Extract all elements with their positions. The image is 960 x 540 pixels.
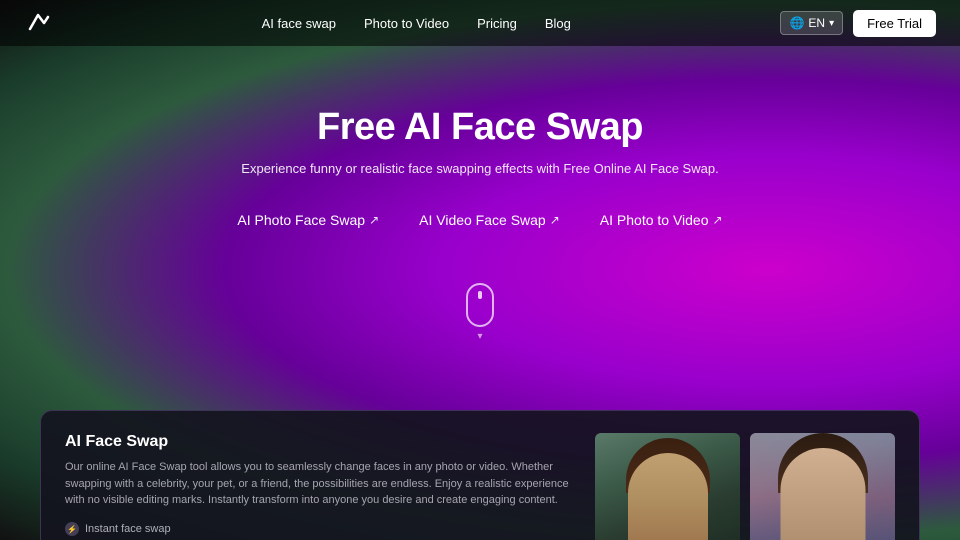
panel-title: AI Face Swap: [65, 433, 575, 451]
badge-label: Instant face swap: [85, 523, 171, 535]
arrow-icon-2: ↗: [713, 213, 723, 227]
panel-text-content: AI Face Swap Our online AI Face Swap too…: [65, 433, 575, 540]
arrow-icon-1: ↗: [550, 213, 560, 227]
nav-blog[interactable]: Blog: [545, 16, 571, 31]
logo-icon: [24, 9, 52, 37]
nav-links: AI face swap Photo to Video Pricing Blog: [262, 16, 571, 31]
scroll-chevron-icon: ▾: [477, 331, 482, 342]
flag-icon: 🌐: [789, 16, 804, 30]
arrow-icon-0: ↗: [369, 213, 379, 227]
face-decoration-2: [780, 448, 865, 540]
free-trial-button[interactable]: Free Trial: [853, 10, 936, 37]
scroll-indicator: ▾: [0, 283, 960, 342]
photo-to-video-link[interactable]: AI Photo to Video ↗: [600, 212, 723, 228]
navbar-right: 🌐 EN ▾ Free Trial: [780, 10, 936, 37]
hero-navigation-links: AI Photo Face Swap ↗ AI Video Face Swap …: [237, 212, 722, 228]
hero-subtitle: Experience funny or realistic face swapp…: [241, 161, 718, 176]
scroll-oval: [466, 283, 494, 327]
hero-section: Free AI Face Swap Experience funny or re…: [0, 46, 960, 228]
navbar: AI face swap Photo to Video Pricing Blog…: [0, 0, 960, 46]
nav-photo-to-video[interactable]: Photo to Video: [364, 16, 449, 31]
photo-face-swap-link[interactable]: AI Photo Face Swap ↗: [237, 212, 379, 228]
video-face-swap-link[interactable]: AI Video Face Swap ↗: [419, 212, 560, 228]
lang-label: EN: [808, 16, 825, 30]
face-swap-photo-2: [750, 433, 895, 540]
nav-pricing[interactable]: Pricing: [477, 16, 517, 31]
language-selector[interactable]: 🌐 EN ▾: [780, 11, 843, 35]
logo[interactable]: [24, 9, 52, 37]
face-swap-photo-1: [595, 433, 740, 540]
panel-description: Our online AI Face Swap tool allows you …: [65, 459, 575, 509]
photo-to-video-label: AI Photo to Video: [600, 212, 709, 228]
bottom-info-panel: AI Face Swap Our online AI Face Swap too…: [40, 410, 920, 540]
scroll-dot: [478, 291, 482, 299]
video-face-swap-label: AI Video Face Swap: [419, 212, 546, 228]
chevron-down-icon: ▾: [829, 18, 834, 29]
instant-face-swap-badge[interactable]: ⚡ Instant face swap: [65, 522, 171, 536]
hero-title: Free AI Face Swap: [317, 106, 643, 149]
face-decoration-1: [628, 453, 708, 540]
nav-ai-face-swap[interactable]: AI face swap: [262, 16, 336, 31]
panel-images: [595, 433, 895, 540]
photo-face-swap-label: AI Photo Face Swap: [237, 212, 365, 228]
badge-icon: ⚡: [65, 522, 79, 536]
